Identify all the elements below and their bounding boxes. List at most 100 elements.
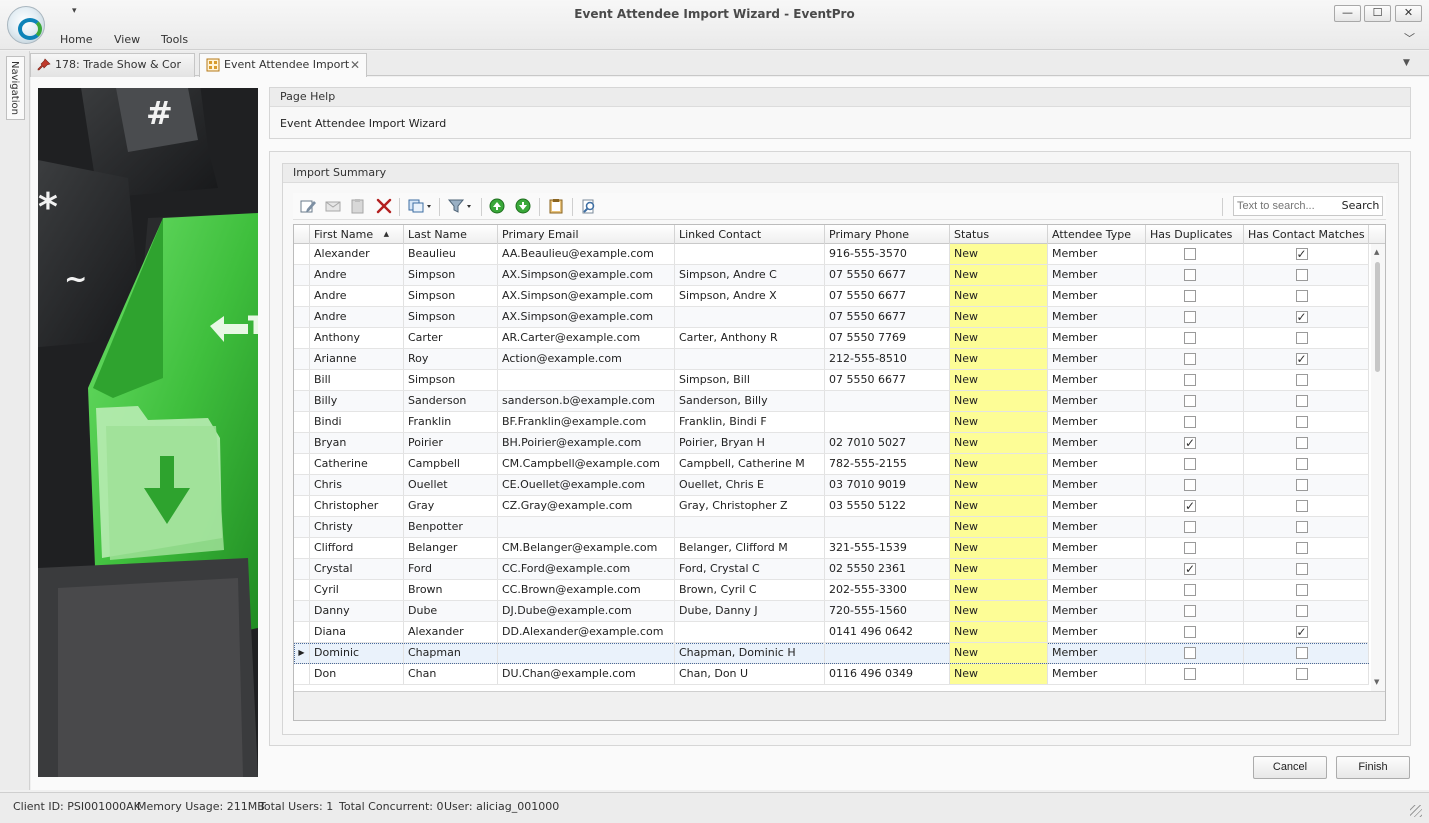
- has-duplicates-checkbox[interactable]: [1184, 416, 1196, 428]
- cell-status[interactable]: New: [950, 643, 1048, 663]
- tab-list-dropdown-icon[interactable]: ▼: [1403, 58, 1410, 68]
- has-contact-matches-checkbox[interactable]: [1295, 542, 1308, 554]
- cell-attendee-type[interactable]: Member: [1048, 580, 1146, 600]
- has-contact-matches-checkbox[interactable]: ✓: [1295, 311, 1308, 323]
- cell-primary-phone[interactable]: 202-555-3300: [825, 580, 950, 600]
- cell-primary-phone[interactable]: 0141 496 0642: [825, 622, 950, 642]
- cell-primary-email[interactable]: CM.Belanger@example.com: [498, 538, 675, 558]
- cell-status[interactable]: New: [950, 391, 1048, 411]
- row-indicator[interactable]: [294, 244, 310, 264]
- tab-close-icon[interactable]: ✕: [350, 54, 360, 76]
- column-header-has-contact-matches[interactable]: Has Contact Matches: [1244, 225, 1369, 244]
- cell-last-name[interactable]: Poirier: [404, 433, 498, 453]
- row-indicator[interactable]: [294, 559, 310, 579]
- cell-last-name[interactable]: Dube: [404, 601, 498, 621]
- cell-attendee-type[interactable]: Member: [1048, 496, 1146, 516]
- cell-first-name[interactable]: Chris: [310, 475, 404, 495]
- has-contact-matches-checkbox[interactable]: [1295, 647, 1308, 659]
- has-contact-matches-checkbox[interactable]: [1295, 395, 1308, 407]
- cell-status[interactable]: New: [950, 328, 1048, 348]
- table-row[interactable]: Alexander Beaulieu AA.Beaulieu@example.com…: [294, 244, 1369, 265]
- cell-status[interactable]: New: [950, 538, 1048, 558]
- move-up-icon[interactable]: [488, 198, 506, 214]
- current-row-indicator-icon[interactable]: ▶: [294, 643, 310, 663]
- cell-status[interactable]: New: [950, 454, 1048, 474]
- row-indicator[interactable]: [294, 265, 310, 285]
- cell-last-name[interactable]: Chan: [404, 664, 498, 684]
- table-row[interactable]: Anthony Carter AR.Carter@example.com Carter…: [294, 328, 1369, 349]
- table-row[interactable]: Arianne Roy Action@example.com 212-555-8510…: [294, 349, 1369, 370]
- menu-tools[interactable]: Tools: [161, 33, 188, 46]
- table-row[interactable]: Chris Ouellet CE.Ouellet@example.com Ouelle…: [294, 475, 1369, 496]
- has-duplicates-checkbox[interactable]: [1184, 521, 1196, 533]
- tab-event-attendee-import[interactable]: Event Attendee Import ✕: [199, 53, 367, 78]
- cell-linked-contact[interactable]: Ford, Crystal C: [675, 559, 825, 579]
- has-duplicates-checkbox[interactable]: [1184, 479, 1196, 491]
- table-row[interactable]: Andre Simpson AX.Simpson@example.com Simpso…: [294, 265, 1369, 286]
- cell-primary-email[interactable]: CZ.Gray@example.com: [498, 496, 675, 516]
- clipboard-icon[interactable]: [547, 198, 565, 214]
- has-contact-matches-checkbox[interactable]: [1295, 332, 1308, 344]
- has-duplicates-checkbox[interactable]: ✓: [1184, 500, 1196, 512]
- table-row[interactable]: Christy Benpotter New Member: [294, 517, 1369, 538]
- has-contact-matches-checkbox[interactable]: [1295, 521, 1308, 533]
- edit-icon[interactable]: [299, 198, 317, 214]
- has-contact-matches-checkbox[interactable]: [1295, 290, 1308, 302]
- cell-primary-phone[interactable]: 02 5550 2361: [825, 559, 950, 579]
- cell-primary-email[interactable]: [498, 370, 675, 390]
- cell-attendee-type[interactable]: Member: [1048, 643, 1146, 663]
- has-contact-matches-checkbox[interactable]: [1295, 605, 1308, 617]
- cell-first-name[interactable]: Christopher: [310, 496, 404, 516]
- row-indicator[interactable]: [294, 496, 310, 516]
- cell-linked-contact[interactable]: Poirier, Bryan H: [675, 433, 825, 453]
- cell-linked-contact[interactable]: [675, 349, 825, 369]
- table-row[interactable]: Crystal Ford CC.Ford@example.com Ford, Crys…: [294, 559, 1369, 580]
- cell-primary-phone[interactable]: 03 7010 9019: [825, 475, 950, 495]
- vertical-scrollbar[interactable]: ▲ ▼: [1371, 244, 1385, 691]
- ribbon-collapse-icon[interactable]: ﹀: [1404, 30, 1415, 46]
- cell-status[interactable]: New: [950, 244, 1048, 264]
- row-indicator[interactable]: [294, 286, 310, 306]
- row-indicator[interactable]: [294, 601, 310, 621]
- cell-last-name[interactable]: Gray: [404, 496, 498, 516]
- cell-primary-email[interactable]: AX.Simpson@example.com: [498, 265, 675, 285]
- cell-attendee-type[interactable]: Member: [1048, 664, 1146, 684]
- has-duplicates-checkbox[interactable]: [1184, 395, 1196, 407]
- has-contact-matches-checkbox[interactable]: [1295, 584, 1308, 596]
- table-row[interactable]: Danny Dube DJ.Dube@example.com Dube, Danny …: [294, 601, 1369, 622]
- cell-primary-phone[interactable]: 03 5550 5122: [825, 496, 950, 516]
- cell-linked-contact[interactable]: Sanderson, Billy: [675, 391, 825, 411]
- cell-linked-contact[interactable]: Chapman, Dominic H: [675, 643, 825, 663]
- cell-first-name[interactable]: Andre: [310, 307, 404, 327]
- cell-primary-phone[interactable]: 720-555-1560: [825, 601, 950, 621]
- cell-primary-phone[interactable]: 02 7010 5027: [825, 433, 950, 453]
- cell-first-name[interactable]: Don: [310, 664, 404, 684]
- has-duplicates-checkbox[interactable]: [1184, 353, 1196, 365]
- cell-first-name[interactable]: Bindi: [310, 412, 404, 432]
- cell-status[interactable]: New: [950, 664, 1048, 684]
- cell-linked-contact[interactable]: Brown, Cyril C: [675, 580, 825, 600]
- table-row[interactable]: Catherine Campbell CM.Campbell@example.com…: [294, 454, 1369, 475]
- cell-last-name[interactable]: Simpson: [404, 370, 498, 390]
- cell-linked-contact[interactable]: [675, 244, 825, 264]
- cell-attendee-type[interactable]: Member: [1048, 475, 1146, 495]
- has-contact-matches-checkbox[interactable]: [1295, 437, 1308, 449]
- has-contact-matches-checkbox[interactable]: [1295, 668, 1308, 680]
- has-contact-matches-checkbox[interactable]: [1295, 269, 1308, 281]
- has-contact-matches-checkbox[interactable]: ✓: [1295, 626, 1308, 638]
- column-header-linked-contact[interactable]: Linked Contact: [675, 225, 825, 244]
- cell-first-name[interactable]: Andre: [310, 286, 404, 306]
- cell-primary-email[interactable]: AA.Beaulieu@example.com: [498, 244, 675, 264]
- cell-attendee-type[interactable]: Member: [1048, 370, 1146, 390]
- has-duplicates-checkbox[interactable]: ✓: [1184, 563, 1196, 575]
- column-header-last-name[interactable]: Last Name: [404, 225, 498, 244]
- row-indicator[interactable]: [294, 475, 310, 495]
- cell-linked-contact[interactable]: Carter, Anthony R: [675, 328, 825, 348]
- table-row[interactable]: Christopher Gray CZ.Gray@example.com Gray, …: [294, 496, 1369, 517]
- has-contact-matches-checkbox[interactable]: [1295, 416, 1308, 428]
- cell-first-name[interactable]: Danny: [310, 601, 404, 621]
- cell-first-name[interactable]: Catherine: [310, 454, 404, 474]
- cell-first-name[interactable]: Bryan: [310, 433, 404, 453]
- cell-status[interactable]: New: [950, 412, 1048, 432]
- cell-last-name[interactable]: Simpson: [404, 286, 498, 306]
